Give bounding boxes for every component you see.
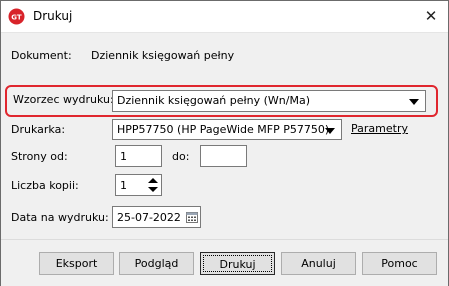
svg-text:GT: GT [11,14,22,22]
parameters-link[interactable]: Parametry [351,122,408,135]
template-select[interactable]: Dziennik księgowań pełny (Wn/Ma) [112,90,426,112]
preview-button[interactable]: Podgląd [119,252,194,275]
document-value: Dziennik księgowań pełny [91,49,235,62]
printer-label: Drukarka: [11,123,66,136]
close-icon[interactable]: ✕ [414,1,448,31]
chevron-down-icon [325,128,335,134]
arrow-up-icon[interactable] [148,178,158,183]
printer-select[interactable]: HPP57750 (HP PageWide MFP P57750) [112,119,342,140]
help-button[interactable]: Pomoc [362,252,437,275]
window-title: Drukuj [33,9,73,23]
pages-to-label: do: [172,150,190,163]
cancel-button[interactable]: Anuluj [281,252,356,275]
pages-from-label: Strony od: [11,150,68,163]
copies-stepper[interactable]: 1 [115,174,162,196]
button-bar: Eksport Podgląd Drukuj Anuluj Pomoc [1,239,448,286]
print-date-label: Data na wydruku: [11,211,109,224]
title-bar: GT Drukuj ✕ [1,1,448,33]
calendar-icon[interactable] [186,212,198,223]
template-label: Wzorzec wydruku: [13,93,114,106]
pages-from-input[interactable]: 1 [115,145,162,167]
copies-label: Liczba kopii: [11,179,79,192]
copies-value: 1 [120,179,127,192]
print-date-input[interactable]: 25-07-2022 [112,206,201,228]
template-select-value: Dziennik księgowań pełny (Wn/Ma) [117,94,310,107]
document-label: Dokument: [11,49,72,62]
spinner-arrows-icon[interactable] [146,175,160,195]
export-button[interactable]: Eksport [39,252,114,275]
print-date-value: 25-07-2022 [117,211,181,224]
print-dialog: GT Drukuj ✕ Dokument: Dziennik księgowań… [0,0,449,286]
chevron-down-icon [409,99,419,105]
pages-to-input[interactable] [200,145,247,167]
printer-select-value: HPP57750 (HP PageWide MFP P57750) [117,123,330,136]
app-logo-icon: GT [8,8,25,25]
print-button-label: Drukuj [203,255,272,272]
arrow-down-icon[interactable] [148,187,158,192]
print-button[interactable]: Drukuj [200,252,275,275]
pages-from-value: 1 [120,150,127,163]
